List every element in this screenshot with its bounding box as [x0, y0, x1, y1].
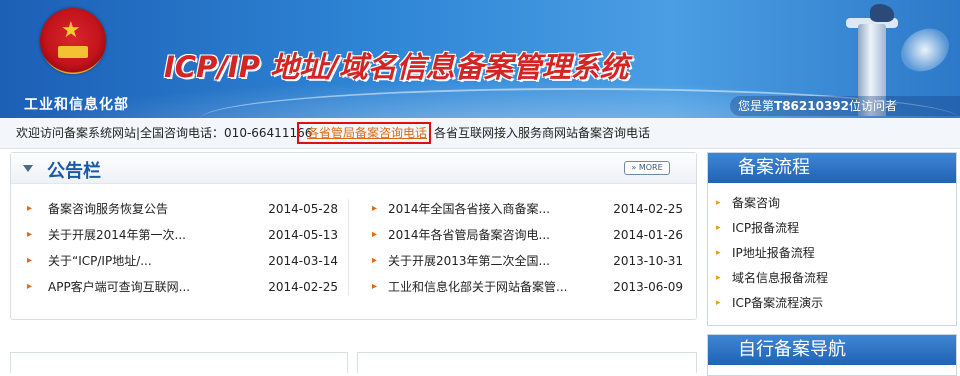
notice-board: 公告栏 » MORE ▸ 备案咨询服务恢复公告 2014-05-28 ▸ 关于开… — [10, 152, 697, 320]
notice-header: 公告栏 » MORE — [11, 153, 696, 184]
huabiao-beast-icon — [870, 4, 894, 22]
notice-link[interactable]: 关于开展2014年第一次... — [48, 223, 186, 247]
arrow-bullet-icon: ▸ — [716, 298, 721, 308]
notice-list-right: ▸ 2014年全国各省接入商备案... 2014-02-25 ▸ 2014年各省… — [366, 197, 691, 301]
notice-title: 公告栏 — [47, 161, 101, 182]
notice-link[interactable]: 2014年各省管局备案咨询电... — [388, 223, 550, 247]
list-item[interactable]: ▸ APP客户端可查询互联网... 2014-02-25 — [21, 275, 346, 301]
column-divider — [348, 199, 349, 295]
arrow-bullet-icon: ▸ — [27, 229, 33, 240]
process-link[interactable]: ICP报备流程 — [732, 221, 799, 235]
process-link[interactable]: IP地址报备流程 — [732, 246, 815, 260]
arrow-bullet-icon: ▸ — [372, 255, 378, 266]
gate-icon — [58, 46, 88, 58]
info-bar: 欢迎访问备案系统网站|全国咨询电话：010-66411166 各省管局备案咨询电… — [0, 118, 960, 149]
notice-link[interactable]: 2014年全国各省接入商备案... — [388, 197, 550, 221]
list-item[interactable]: ▸ 关于开展2014年第一次... 2014-05-13 — [21, 223, 346, 249]
visitor-prefix: 您是第 — [738, 99, 775, 113]
notice-date: 2013-10-31 — [613, 254, 683, 268]
arrow-bullet-icon: ▸ — [27, 255, 33, 266]
notice-date: 2014-05-28 — [268, 202, 338, 216]
notice-list-left: ▸ 备案咨询服务恢复公告 2014-05-28 ▸ 关于开展2014年第一次..… — [21, 197, 346, 301]
list-item[interactable]: ▸ 关于开展2013年第二次全国... 2013-10-31 — [366, 249, 691, 275]
arrow-bullet-icon: ▸ — [27, 281, 33, 292]
notice-date: 2014-02-25 — [268, 280, 338, 294]
visitor-counter: 您是第T86210392位访问者 — [730, 96, 960, 116]
notice-link[interactable]: 关于开展2013年第二次全国... — [388, 249, 550, 273]
collapse-triangle-icon[interactable] — [23, 165, 33, 172]
filing-process-title: 备案流程 — [708, 153, 956, 183]
list-item[interactable]: ▸ ICP报备流程 — [708, 216, 956, 241]
bottom-box-left — [10, 352, 348, 373]
star-icon: ★ — [61, 18, 81, 43]
list-item[interactable]: ▸ ICP备案流程演示 — [708, 291, 956, 316]
list-item[interactable]: ▸ 域名信息报备流程 — [708, 266, 956, 291]
arrow-bullet-icon: ▸ — [372, 203, 378, 214]
highlight-box[interactable]: 各省管局备案咨询电话 — [297, 122, 431, 144]
self-filing-nav-title: 自行备案导航 — [708, 335, 956, 365]
list-item[interactable]: ▸ IP地址报备流程 — [708, 241, 956, 266]
system-title: ICP/IP 地址/域名信息备案管理系统 — [164, 50, 629, 84]
filing-process-list: ▸ 备案咨询 ▸ ICP报备流程 ▸ IP地址报备流程 ▸ 域名信息报备流程 ▸ ICP备… — [708, 183, 956, 316]
header-banner: ★ 工业和信息化部 ICP/IP 地址/域名信息备案管理系统 您是第T86210… — [0, 0, 960, 118]
arrow-bullet-icon: ▸ — [716, 198, 721, 208]
arrow-bullet-icon: ▸ — [27, 203, 33, 214]
notice-date: 2014-01-26 — [613, 228, 683, 242]
list-item[interactable]: ▸ 2014年各省管局备案咨询电... 2014-01-26 — [366, 223, 691, 249]
process-link[interactable]: 备案咨询 — [732, 196, 780, 210]
ministry-name: 工业和信息化部 — [24, 97, 129, 113]
notice-link[interactable]: 工业和信息化部关于网站备案管... — [388, 275, 567, 299]
provincial-hotline-link[interactable]: 各省管局备案咨询电话 — [307, 124, 427, 142]
list-item[interactable]: ▸ 备案咨询服务恢复公告 2014-05-28 — [21, 197, 346, 223]
arrow-bullet-icon: ▸ — [372, 229, 378, 240]
bottom-box-right — [357, 352, 697, 373]
self-filing-nav-panel: 自行备案导航 — [707, 334, 957, 376]
visitor-suffix: 位访问者 — [849, 99, 898, 113]
arrow-bullet-icon: ▸ — [716, 248, 721, 258]
notice-date: 2014-03-14 — [268, 254, 338, 268]
list-item[interactable]: ▸ 备案咨询 — [708, 191, 956, 216]
notice-date: 2014-02-25 — [613, 202, 683, 216]
process-link[interactable]: 域名信息报备流程 — [732, 271, 828, 285]
process-link[interactable]: ICP备案流程演示 — [732, 296, 823, 310]
notice-link[interactable]: APP客户端可查询互联网... — [48, 275, 190, 299]
notice-link[interactable]: 关于“ICP/IP地址/... — [48, 249, 152, 273]
national-emblem-icon: ★ — [40, 8, 106, 74]
isp-hotline-link[interactable]: 各省互联网接入服务商网站备案咨询电话 — [434, 118, 650, 148]
notice-date: 2013-06-09 — [613, 280, 683, 294]
notice-date: 2014-05-13 — [268, 228, 338, 242]
notice-link[interactable]: 备案咨询服务恢复公告 — [48, 197, 168, 221]
visitor-count: T86210392 — [774, 99, 849, 113]
filing-process-panel: 备案流程 ▸ 备案咨询 ▸ ICP报备流程 ▸ IP地址报备流程 ▸ 域名信息报备流程 … — [707, 152, 957, 326]
list-item[interactable]: ▸ 2014年全国各省接入商备案... 2014-02-25 — [366, 197, 691, 223]
cloud-decoration — [893, 20, 957, 80]
list-item[interactable]: ▸ 关于“ICP/IP地址/... 2014-03-14 — [21, 249, 346, 275]
arrow-bullet-icon: ▸ — [716, 223, 721, 233]
more-button[interactable]: » MORE — [624, 161, 670, 175]
welcome-hotline: 欢迎访问备案系统网站|全国咨询电话：010-66411166 — [16, 126, 313, 140]
list-item[interactable]: ▸ 工业和信息化部关于网站备案管... 2013-06-09 — [366, 275, 691, 301]
arrow-bullet-icon: ▸ — [372, 281, 378, 292]
arrow-bullet-icon: ▸ — [716, 273, 721, 283]
